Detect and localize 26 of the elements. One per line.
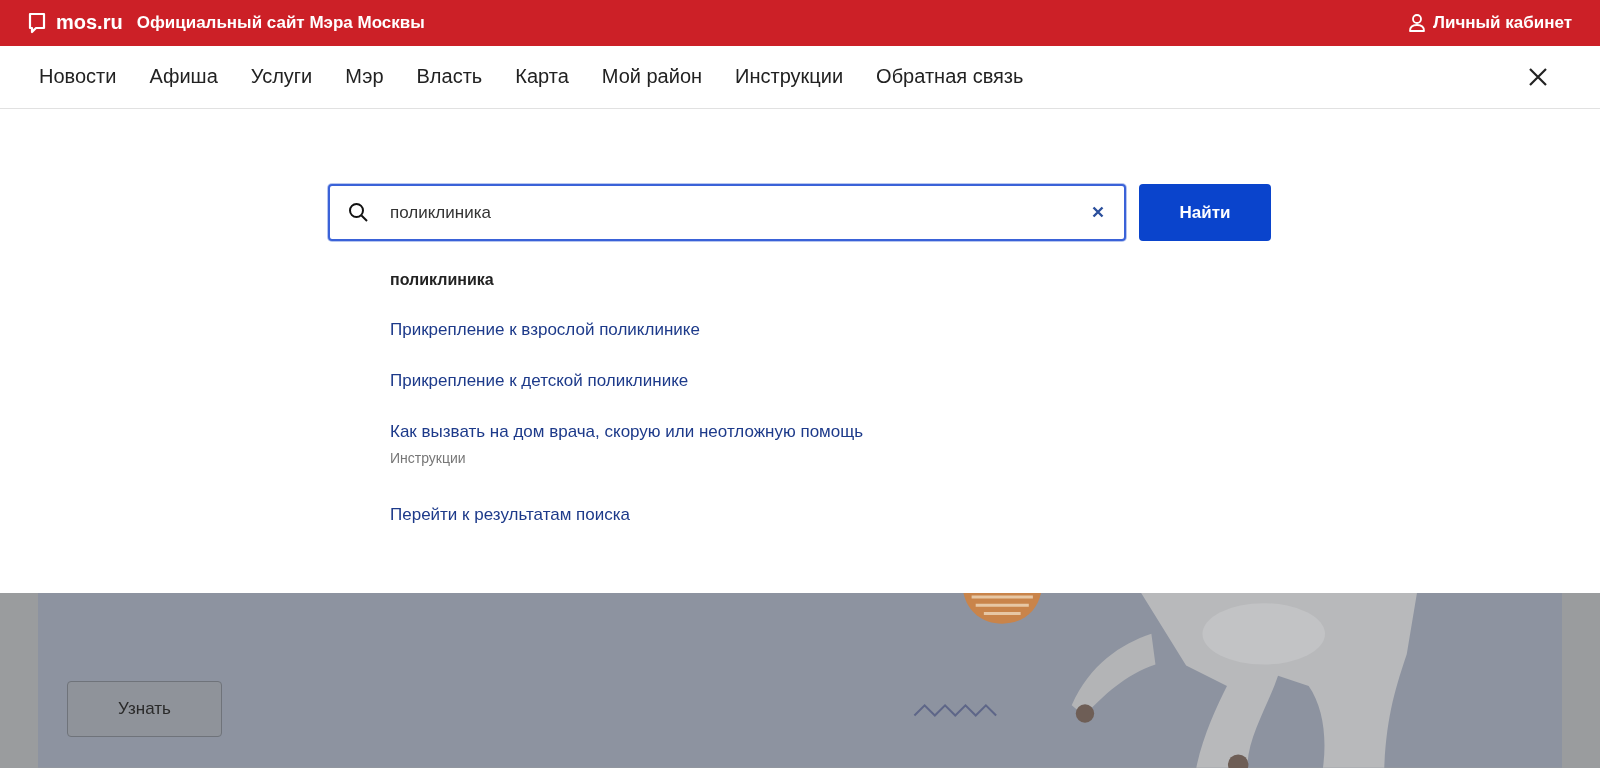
nav-link[interactable]: Мой район — [601, 65, 703, 89]
all-results-link[interactable]: Перейти к результатам поиска — [390, 505, 864, 526]
suggestion-category: Инструкции — [390, 450, 467, 467]
clear-icon — [1092, 206, 1104, 219]
close-icon — [1528, 66, 1548, 87]
nav-link[interactable]: Власть — [416, 65, 483, 89]
search-button[interactable]: Найти — [1139, 184, 1271, 242]
suggestion-link[interactable]: Прикрепление к взрослой поликлинике — [390, 320, 864, 341]
nav-link[interactable]: Мэр — [345, 65, 384, 89]
nav-link[interactable]: Новости — [39, 65, 117, 89]
speech-bubble-icon[interactable] — [28, 11, 46, 34]
search-field[interactable]: поликлиника — [328, 184, 1126, 242]
nav-link[interactable]: Услуги — [250, 65, 313, 89]
nav-link[interactable]: Обратная связь — [876, 65, 1024, 89]
suggestion-query[interactable]: поликлиника — [390, 271, 864, 290]
nav-link[interactable]: Инструкции — [735, 65, 844, 89]
user-icon — [1409, 13, 1426, 32]
learn-button[interactable]: Узнать — [67, 681, 222, 738]
logo-link[interactable]: mos.ru — [56, 11, 123, 35]
suggestion-link[interactable]: Как вызвать на дом врача, скорую или неотложную помощь — [390, 422, 864, 443]
clear-button[interactable] — [1092, 206, 1104, 219]
nav-link[interactable]: Афиша — [149, 65, 218, 89]
suggestion-link[interactable]: Прикрепление к детской поликлинике — [390, 371, 864, 392]
nav-link[interactable]: Карта — [515, 65, 569, 89]
account-link[interactable]: Личный кабинет — [1409, 12, 1572, 33]
site-title: Официальный сайт Мэра Москвы — [136, 12, 425, 33]
